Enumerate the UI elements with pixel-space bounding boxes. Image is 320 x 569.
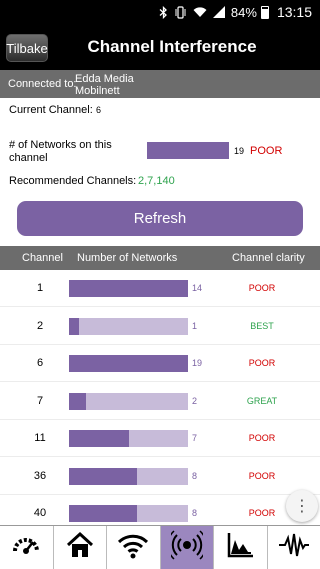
current-channel-value: 6 [96,105,102,115]
tab-interference[interactable] [160,526,214,569]
nav-bar: Tilbake Channel Interference [0,24,320,70]
graph-icon [225,530,255,565]
row-channel: 2 [36,319,44,332]
row-network-bar [69,467,137,485]
row-network-count: 14 [192,283,203,293]
row-network-bar-track [69,355,188,372]
row-network-count: 7 [192,433,198,443]
current-channel-label: Current Channel: [9,104,93,116]
connection-network: Edda Media Mobilnett [75,73,134,97]
row-clarity: POOR [248,470,276,481]
networks-on-channel-label: # of Networks on this channel [9,139,112,164]
networks-on-channel-count: 19 [234,146,245,156]
row-network-count: 8 [192,470,198,481]
vibrate-icon [174,5,187,19]
more-vert-icon: ⋮ [294,498,310,515]
row-network-bar-track [69,505,188,522]
status-bar: 84% 13:15 [0,0,320,24]
row-network-count: 19 [192,358,203,368]
row-network-bar-track [69,430,188,447]
table-row[interactable]: 7 2 GREAT [0,383,320,420]
row-channel: 1 [36,282,44,294]
row-network-bar-track [69,317,188,335]
wifi-icon [193,6,207,18]
row-channel: 36 [33,469,47,482]
row-network-bar [69,392,86,410]
more-options-button[interactable]: ⋮ [286,490,318,522]
refresh-button[interactable]: Refresh [17,201,303,236]
battery-percent: 84% [230,4,257,20]
row-clarity: GREAT [246,395,278,406]
bluetooth-icon [159,5,168,19]
recommended-label: Recommended Channels: [9,175,137,187]
row-clarity: POOR [248,433,276,443]
tab-signal[interactable] [268,526,320,569]
battery-icon [260,5,269,19]
speedometer-icon [11,530,41,565]
table-row[interactable]: 1 14 POOR [0,270,320,307]
row-network-bar-track [69,467,188,485]
recommended-value: 2,7,140 [138,175,175,187]
wifi-icon [117,530,149,565]
tab-speed[interactable] [0,526,54,569]
networks-on-channel-status: POOR [250,145,283,157]
table-row[interactable]: 36 8 POOR [0,458,320,495]
header-clarity: Channel clarity [232,252,305,264]
row-network-bar-track [69,280,188,297]
table-row[interactable]: 40 8 POOR [0,495,320,525]
signal-icon [212,6,225,18]
connection-bar: Connected to: Edda Media Mobilnett [0,70,320,98]
row-network-count: 1 [192,320,198,331]
table-row[interactable]: 6 19 POOR [0,345,320,382]
row-network-count: 2 [192,395,198,406]
signal-wave-icon [278,530,310,565]
channel-table[interactable]: 1 14 POOR 2 1 BEST 6 19 POOR 7 2 GREAT 11 7 POOR 36 8 POO… [0,270,320,525]
row-network-bar [69,280,188,297]
connection-label: Connected to: [8,78,77,90]
table-row[interactable]: 2 1 BEST [0,308,320,345]
row-network-bar [69,430,129,447]
row-clarity: POOR [248,283,276,293]
row-channel: 11 [34,432,46,444]
row-clarity: POOR [248,358,276,368]
tab-bar [0,525,320,569]
home-icon [65,530,95,565]
header-networks: Number of Networks [77,252,178,264]
row-clarity: BEST [250,320,274,331]
clock: 13:15 [276,4,312,20]
row-network-bar-track [69,392,188,410]
tab-graph[interactable] [214,526,268,569]
table-row[interactable]: 11 7 POOR [0,420,320,457]
tab-wifi[interactable] [107,526,161,569]
header-channel: Channel [22,252,63,264]
row-channel: 40 [33,507,47,519]
page-title: Channel Interference [87,37,257,56]
tab-home[interactable] [54,526,107,569]
row-channel: 6 [36,357,44,369]
row-network-count: 8 [192,508,198,518]
interference-icon [166,530,207,565]
networks-on-channel-bar [147,142,229,159]
row-network-bar [69,355,188,372]
row-channel: 7 [36,394,44,407]
row-network-bar [69,505,137,522]
table-header: Channel Number of Networks Channel clari… [0,246,320,270]
row-network-bar [69,317,79,335]
